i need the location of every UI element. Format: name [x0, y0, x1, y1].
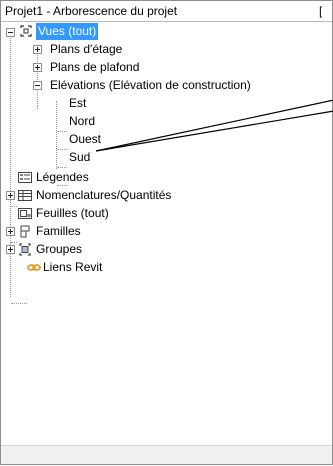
expand-toggle[interactable] [6, 191, 15, 200]
sheets-icon [18, 208, 32, 219]
project-browser-panel: Projet1 - Arborescence du projet [ Vues … [0, 0, 333, 465]
expand-toggle[interactable] [6, 245, 15, 254]
tree-item-label: Nord [69, 114, 96, 128]
tree-item-label: Plans d'étage [50, 42, 123, 56]
tree-item-nord[interactable]: Nord [1, 113, 331, 130]
legends-icon [18, 172, 32, 183]
tree-item-label: Est [69, 96, 87, 110]
tree-item-ouest[interactable]: Ouest [1, 131, 331, 148]
link-icon [27, 264, 41, 271]
groups-icon [19, 243, 31, 256]
tree-item-label: Ouest [69, 132, 102, 146]
tree-item-sud[interactable]: Sud [1, 149, 331, 166]
tree-item-label: Groupes [36, 242, 83, 256]
views-icon [20, 25, 32, 37]
tree-item-label: Feuilles (tout) [36, 206, 109, 220]
tree-item-legendes[interactable]: Légendes [1, 169, 331, 186]
tree-item-plans-plafond[interactable]: Plans de plafond [1, 59, 331, 76]
tree-item-vues[interactable]: Vues (tout) [1, 23, 331, 40]
tree-branch-ouest [57, 167, 67, 168]
collapse-toggle[interactable] [6, 28, 15, 37]
tree-item-label: Elévations (Elévation de construction) [50, 78, 251, 92]
project-tree: Vues (tout) Plans d'étage Plans de plafo… [1, 23, 332, 443]
panel-title-tail: [ [319, 4, 323, 18]
panel-titlebar: Projet1 - Arborescence du projet [ [1, 1, 332, 22]
expand-toggle[interactable] [33, 63, 42, 72]
tree-branch-liens [11, 303, 27, 304]
tree-item-familles[interactable]: Familles [1, 223, 331, 240]
panel-title: Projet1 - Arborescence du projet [5, 4, 178, 18]
tree-item-label: Liens Revit [43, 260, 103, 274]
schedules-icon [18, 190, 32, 201]
tree-item-label: Familles [36, 224, 81, 238]
tree-item-liens-revit[interactable]: Liens Revit [1, 259, 331, 276]
collapse-toggle[interactable] [33, 81, 42, 90]
horizontal-scrollbar[interactable] [1, 445, 332, 464]
expand-toggle[interactable] [6, 227, 15, 236]
tree-item-est[interactable]: Est [1, 95, 331, 112]
expand-toggle[interactable] [33, 45, 42, 54]
tree-item-label: Nomenclatures/Quantités [36, 188, 172, 202]
tree-item-label: Plans de plafond [50, 60, 140, 74]
tree-item-groupes[interactable]: Groupes [1, 241, 331, 258]
tree-item-label: Sud [69, 150, 91, 164]
tree-item-plans-etage[interactable]: Plans d'étage [1, 41, 331, 58]
tree-item-label: Légendes [36, 170, 89, 184]
tree-item-label: Vues (tout) [36, 23, 99, 40]
tree-item-nomenclatures[interactable]: Nomenclatures/Quantités [1, 187, 331, 204]
families-icon [20, 225, 30, 238]
tree-item-feuilles[interactable]: Feuilles (tout) [1, 205, 331, 222]
tree-item-elevations[interactable]: Elévations (Elévation de construction) [1, 77, 331, 94]
